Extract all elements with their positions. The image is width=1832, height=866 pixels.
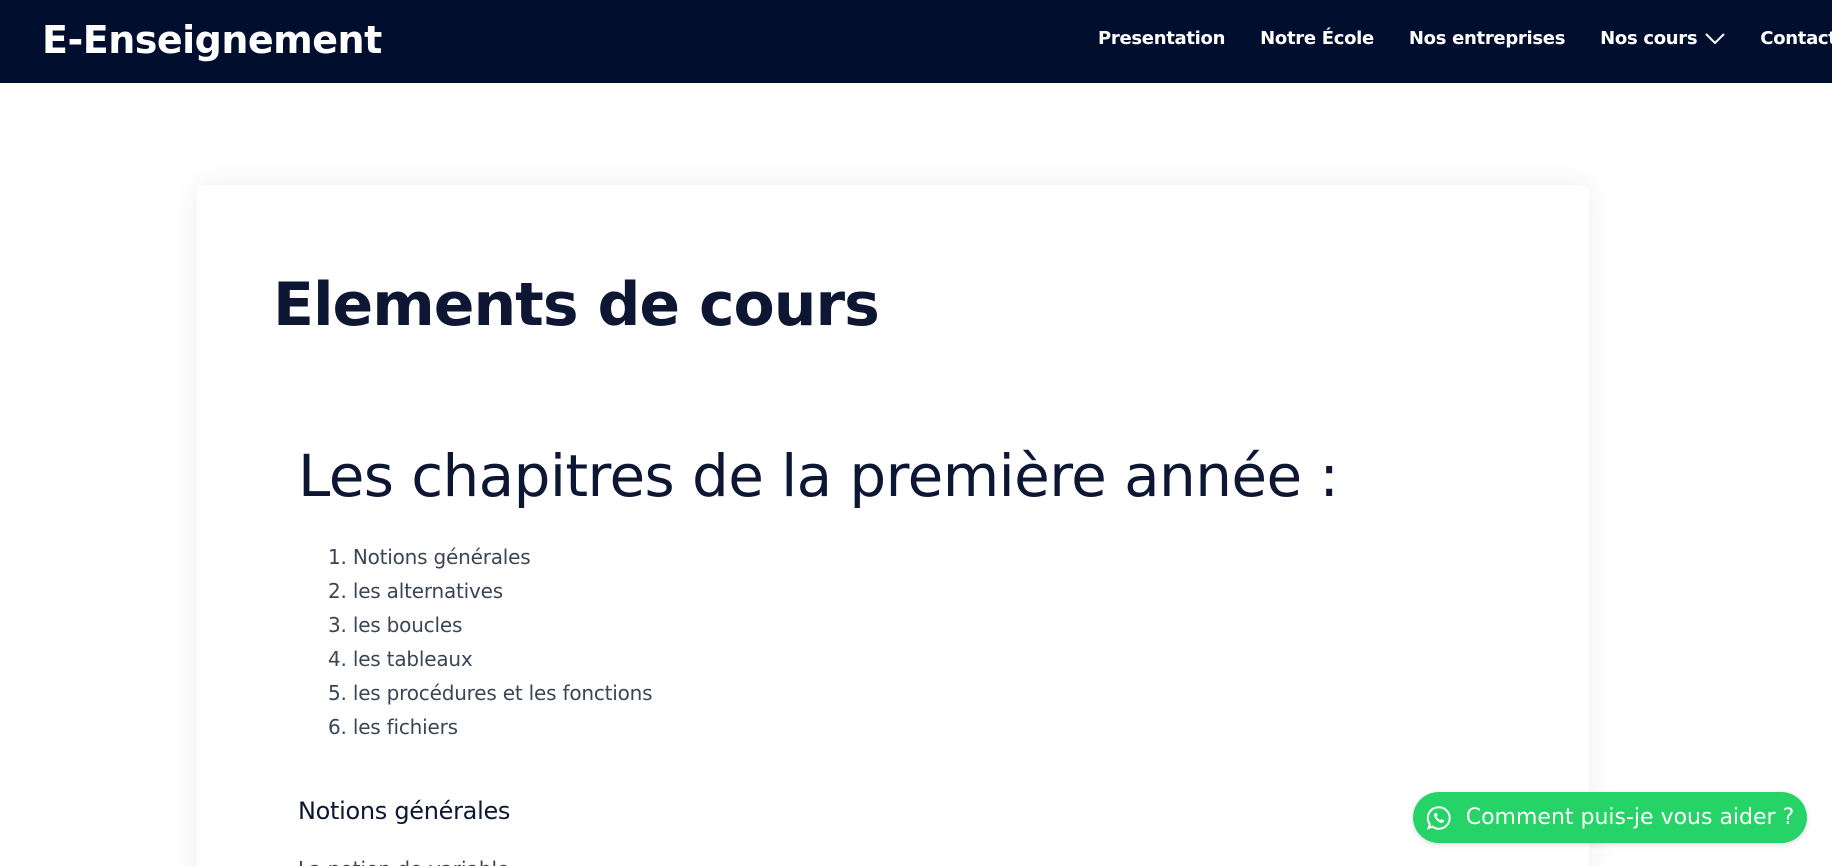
chapter-item: 5. les procédures et les fonctions xyxy=(328,681,653,705)
nav-link-contact[interactable]: Contact xyxy=(1760,28,1832,49)
nav-link-nos-entreprises[interactable]: Nos entreprises xyxy=(1409,28,1566,49)
paragraph-partial: La notion de variable xyxy=(298,857,509,866)
whatsapp-help-label: Comment puis-je vous aider ? xyxy=(1465,805,1795,830)
page-title: Elements de cours xyxy=(273,270,880,340)
chapter-item: 3. les boucles xyxy=(328,613,463,637)
page: E-Enseignement Presentation Notre École … xyxy=(0,0,1832,866)
nav-dropdown-nos-cours-label: Nos cours xyxy=(1600,28,1698,49)
chapter-item: 1. Notions générales xyxy=(328,545,531,569)
content-card: Elements de cours Les chapitres de la pr… xyxy=(197,185,1589,866)
nav-dropdown-nos-cours[interactable]: Nos cours xyxy=(1600,28,1725,49)
section-heading-first-year: Les chapitres de la première année : xyxy=(298,442,1339,510)
chapter-item: 2. les alternatives xyxy=(328,579,503,603)
main-nav: Presentation Notre École Nos entreprises… xyxy=(1098,28,1832,49)
whatsapp-icon xyxy=(1426,805,1452,831)
chevron-down-icon xyxy=(1705,32,1725,45)
chapter-item: 6. les fichiers xyxy=(328,715,458,739)
top-navbar: E-Enseignement Presentation Notre École … xyxy=(0,0,1832,83)
subheading-notions-generales: Notions générales xyxy=(298,797,511,825)
nav-link-notre-ecole[interactable]: Notre École xyxy=(1260,28,1374,49)
chapter-item: 4. les tableaux xyxy=(328,647,473,671)
nav-link-presentation[interactable]: Presentation xyxy=(1098,28,1225,49)
brand-logo-link[interactable]: E-Enseignement xyxy=(42,18,382,62)
chapter-list: 1. Notions générales 2. les alternatives… xyxy=(328,540,653,744)
whatsapp-help-button[interactable]: Comment puis-je vous aider ? xyxy=(1413,792,1807,843)
